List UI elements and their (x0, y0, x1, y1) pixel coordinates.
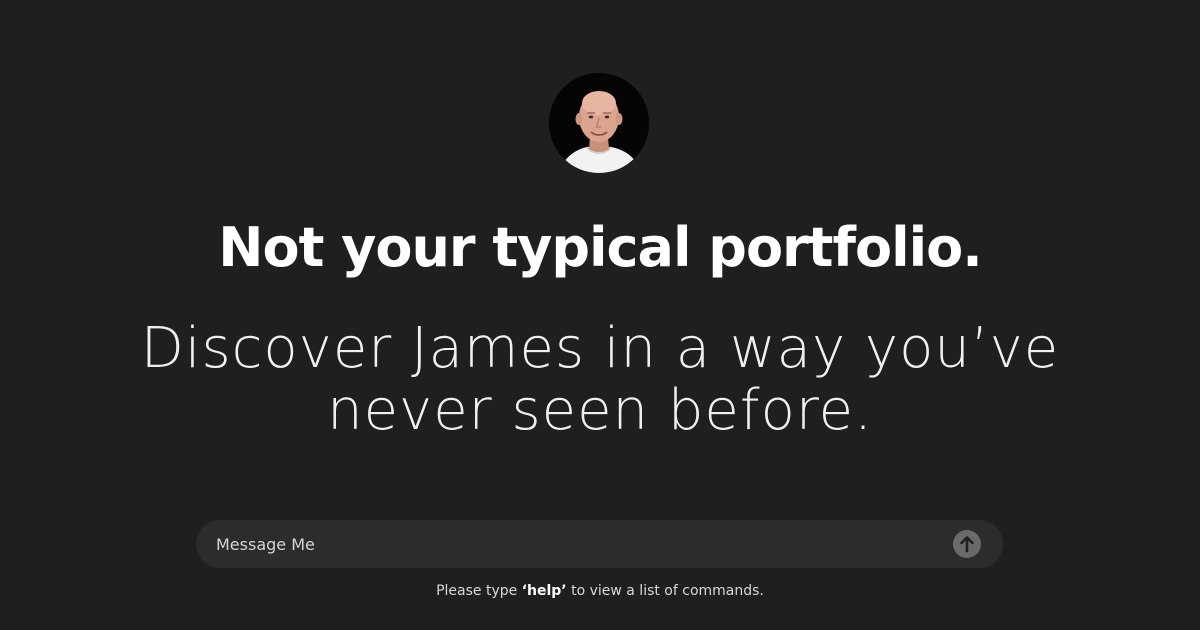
landing-page: Not your typical portfolio. Discover Jam… (0, 0, 1200, 630)
hint-prefix: Please type (436, 583, 522, 599)
subtitle-line-2: never seen before. (327, 378, 873, 443)
avatar (549, 73, 649, 173)
subtitle-line-1: Discover James in a way you’ve (140, 316, 1060, 381)
help-command: ‘help’ (521, 583, 567, 599)
subtitle: Discover James in a way you’ve never see… (100, 318, 1100, 442)
message-input[interactable] (216, 520, 936, 568)
page-title: Not your typical portfolio. (218, 216, 982, 279)
arrow-up-icon (960, 536, 974, 553)
hint-suffix: to view a list of commands. (566, 583, 764, 599)
send-button[interactable] (953, 530, 981, 558)
help-hint: Please type ‘help’ to view a list of com… (0, 582, 1200, 600)
profile-photo (549, 73, 649, 173)
message-bar (196, 520, 1003, 568)
